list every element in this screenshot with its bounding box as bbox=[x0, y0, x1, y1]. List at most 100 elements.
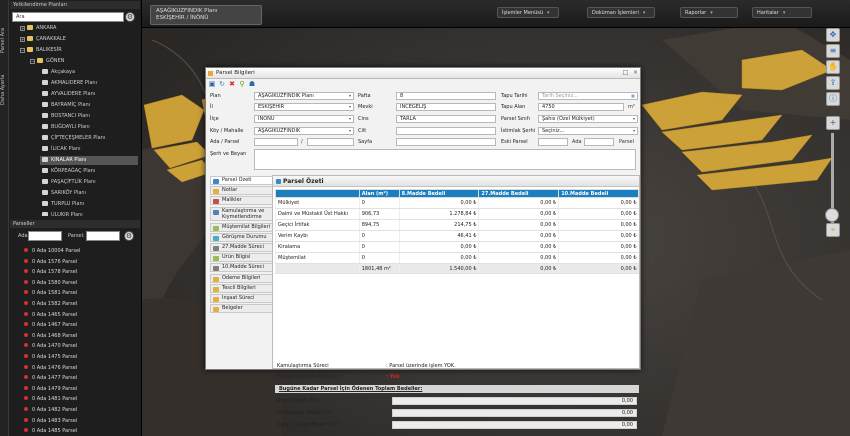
parcel-list-item[interactable]: 0 Ada 1578 Parsel bbox=[24, 267, 77, 277]
il-search-select[interactable]: Ara bbox=[12, 12, 124, 22]
parcel-list-item[interactable]: 0 Ada 1479 Parsel bbox=[24, 384, 77, 394]
parcel-list-item[interactable]: 0 Ada 1468 Parsel bbox=[24, 331, 77, 341]
tree-plan-item[interactable]: Akçakaya bbox=[40, 68, 138, 77]
parcel-list-item[interactable]: 0 Ada 1485 Parsel bbox=[24, 426, 77, 436]
share-icon[interactable]: ⇪ bbox=[826, 76, 840, 90]
dialog-tab[interactable]: Kamulaştırma ve Kıymetlendirme bbox=[210, 206, 274, 221]
settings-gear-icon[interactable]: ⚙ bbox=[125, 12, 135, 22]
navigation-icon[interactable]: ✥ bbox=[826, 28, 840, 42]
zoom-slider-handle[interactable] bbox=[825, 208, 839, 222]
maximize-icon[interactable]: □ bbox=[622, 70, 629, 77]
dialog-tab[interactable]: 27.Madde Süreci bbox=[210, 243, 274, 252]
tab-daha-ayarla[interactable]: Daha Ayarla bbox=[0, 70, 9, 110]
istimlak-select[interactable]: Seçiniz... ▾ bbox=[538, 127, 638, 135]
menu-haritalar[interactable]: Haritalar ▾ bbox=[752, 7, 812, 18]
parcel-list-item[interactable]: 0 Ada 1465 Parsel bbox=[24, 310, 77, 320]
dialog-tab[interactable]: 10.Madde Süreci bbox=[210, 263, 274, 273]
parcel-list-item[interactable]: 0 Ada 1580 Parsel bbox=[24, 278, 77, 288]
plan-select[interactable]: AŞAĞIKUZFINDIK Planı ▾ bbox=[254, 92, 354, 100]
delete-icon[interactable]: ✖ bbox=[228, 80, 236, 88]
parcel-list-item[interactable]: 0 Ada 1477 Parsel bbox=[24, 373, 77, 383]
koy-select[interactable]: AŞAĞIKUZFINDIK ▾ bbox=[254, 127, 354, 135]
tapu-tarihi-datepicker[interactable]: Tarih Seçiniz... ▦ bbox=[538, 92, 638, 100]
tree-plan-item[interactable]: BOSTANCI Planı bbox=[40, 112, 138, 121]
tree-plan-item[interactable]: PAŞAÇİFTLİK Planı bbox=[40, 178, 138, 187]
tree-plan-item[interactable]: AKMALIDERE Planı bbox=[40, 79, 138, 88]
eski-ada-input[interactable] bbox=[584, 138, 614, 146]
dialog-tab[interactable]: Görüşme Durumu bbox=[210, 232, 274, 242]
calendar-icon[interactable]: ▦ bbox=[631, 93, 635, 99]
ada-input[interactable] bbox=[254, 138, 298, 146]
tab-parsel-ara[interactable]: Parsel Ara bbox=[0, 20, 9, 60]
expand-toggle-icon[interactable]: − bbox=[20, 48, 25, 53]
tree-plan-item[interactable]: KINALAR Planı bbox=[40, 156, 138, 165]
info-icon[interactable]: ⓘ bbox=[826, 92, 840, 106]
expand-toggle-icon[interactable]: − bbox=[30, 59, 35, 64]
dialog-tab[interactable]: Notlar bbox=[210, 186, 274, 196]
dialog-tab[interactable]: İnşaat Süreci bbox=[210, 294, 274, 303]
tree-plan-item[interactable]: ULUKIR Planı bbox=[40, 211, 138, 216]
parcel-list-item[interactable]: 0 Ada 1576 Parsel bbox=[24, 257, 77, 267]
parcel-list-item[interactable]: 0 Ada 1470 Parsel bbox=[24, 341, 77, 351]
menu-islemler[interactable]: İşlemler Menüsü ▾ bbox=[497, 7, 559, 18]
parcel-list-item[interactable]: 0 Ada 1582 Parsel bbox=[24, 299, 77, 309]
pan-hand-icon[interactable]: ✋ bbox=[826, 60, 840, 74]
dialog-tab[interactable]: Belgeler bbox=[210, 304, 274, 314]
dialog-titlebar[interactable]: Parsel Bilgileri □ × bbox=[206, 68, 640, 79]
tree-plan-item[interactable]: İLICAK Planı bbox=[40, 145, 138, 154]
parcel-list-item[interactable]: 0 Ada 1483 Parsel bbox=[24, 416, 77, 426]
parcel-list-item[interactable]: 0 Ada 10004 Parsel bbox=[24, 246, 80, 256]
mevki-input[interactable]: İNCEGELİŞ bbox=[396, 103, 496, 111]
menu-raporlar[interactable]: Raporlar ▾ bbox=[680, 7, 738, 18]
parcel-list-item[interactable]: 0 Ada 1475 Parsel bbox=[24, 352, 77, 362]
tree-folder[interactable]: + ÇANAKKALE bbox=[20, 35, 66, 44]
parsel-filter-input[interactable] bbox=[86, 231, 120, 241]
menu-dokuman[interactable]: Doküman İşlemleri ▾ bbox=[587, 7, 655, 18]
tree-folder[interactable]: + ANKARA bbox=[20, 24, 56, 33]
dialog-tab[interactable]: Ödeme Bilgileri bbox=[210, 273, 274, 283]
ilce-select[interactable]: İNÖNÜ ▾ bbox=[254, 115, 354, 123]
zoom-in-icon[interactable]: + bbox=[826, 116, 840, 130]
tree-plan-item[interactable]: BAYRAMİÇ Planı bbox=[40, 101, 138, 110]
tree-plan-item[interactable]: SARIKÖY Planı bbox=[40, 189, 138, 198]
users-icon[interactable]: ☗ bbox=[248, 80, 256, 88]
tree-folder[interactable]: − GÖNEN bbox=[30, 57, 64, 66]
parcel-list-item[interactable]: 0 Ada 1481 Parsel bbox=[24, 394, 77, 404]
refresh-icon[interactable]: ↻ bbox=[218, 80, 226, 88]
measure-icon[interactable]: ⌖ bbox=[826, 223, 840, 237]
expand-toggle-icon[interactable]: + bbox=[20, 26, 25, 31]
parcel-list-item[interactable]: 0 Ada 1467 Parsel bbox=[24, 320, 77, 330]
parcel-list-item[interactable]: 0 Ada 1476 Parsel bbox=[24, 363, 77, 373]
active-plan-title[interactable]: AŞAĞIKUZFINDIK Planı ESKİŞEHİR / İNÖNÜ bbox=[150, 5, 262, 25]
dialog-tab[interactable]: Müştemilat Bilgileri bbox=[210, 222, 274, 232]
parsel-input[interactable] bbox=[307, 138, 354, 146]
close-icon[interactable]: × bbox=[632, 70, 639, 77]
eski-parsel-input[interactable] bbox=[538, 138, 568, 146]
dialog-tab[interactable]: Tescil Bilgileri bbox=[210, 283, 274, 293]
tree-plan-item[interactable]: KÖRPEAĞAÇ Planı bbox=[40, 167, 138, 176]
pafta-input[interactable]: 8 bbox=[396, 92, 496, 100]
tree-folder[interactable]: − BALIKESİR bbox=[20, 46, 62, 55]
tree-plan-item[interactable]: TURPLU Planı bbox=[40, 200, 138, 209]
dialog-tab[interactable]: Ürün Bilgisi bbox=[210, 253, 274, 263]
tree-plan-item[interactable]: AYVALIDERE Planı bbox=[40, 90, 138, 99]
tapu-alan-input[interactable]: 4750 bbox=[538, 103, 624, 111]
dialog-tab[interactable]: Malikler bbox=[210, 196, 274, 206]
tree-plan-item[interactable]: BUĞDAYLI Planı bbox=[40, 123, 138, 132]
parsel-sinifi-select[interactable]: Şahıs (Özel Mülkiyet) ▾ bbox=[538, 115, 638, 123]
sayfa-input[interactable] bbox=[396, 138, 496, 146]
ada-filter-input[interactable] bbox=[28, 231, 62, 241]
serh-textarea[interactable] bbox=[254, 149, 636, 170]
save-icon[interactable]: ▣ bbox=[208, 80, 216, 88]
il-select[interactable]: ESKİŞEHİR ▾ bbox=[254, 103, 354, 111]
tree-plan-item[interactable]: ÇİFTEÇEŞMELER Planı bbox=[40, 134, 138, 143]
expand-toggle-icon[interactable]: + bbox=[20, 37, 25, 42]
layers-icon[interactable]: ≡ bbox=[826, 44, 840, 58]
cilt-input[interactable] bbox=[396, 127, 496, 135]
parcel-settings-gear-icon[interactable]: ⚙ bbox=[124, 231, 134, 241]
dialog-tab[interactable]: Parsel Özeti bbox=[210, 176, 274, 185]
cins-input[interactable]: TARLA bbox=[396, 115, 496, 123]
locate-pin-icon[interactable]: ⚲ bbox=[238, 80, 246, 88]
parcel-list-item[interactable]: 0 Ada 1581 Parsel bbox=[24, 288, 77, 298]
parcel-list-item[interactable]: 0 Ada 1482 Parsel bbox=[24, 405, 77, 415]
